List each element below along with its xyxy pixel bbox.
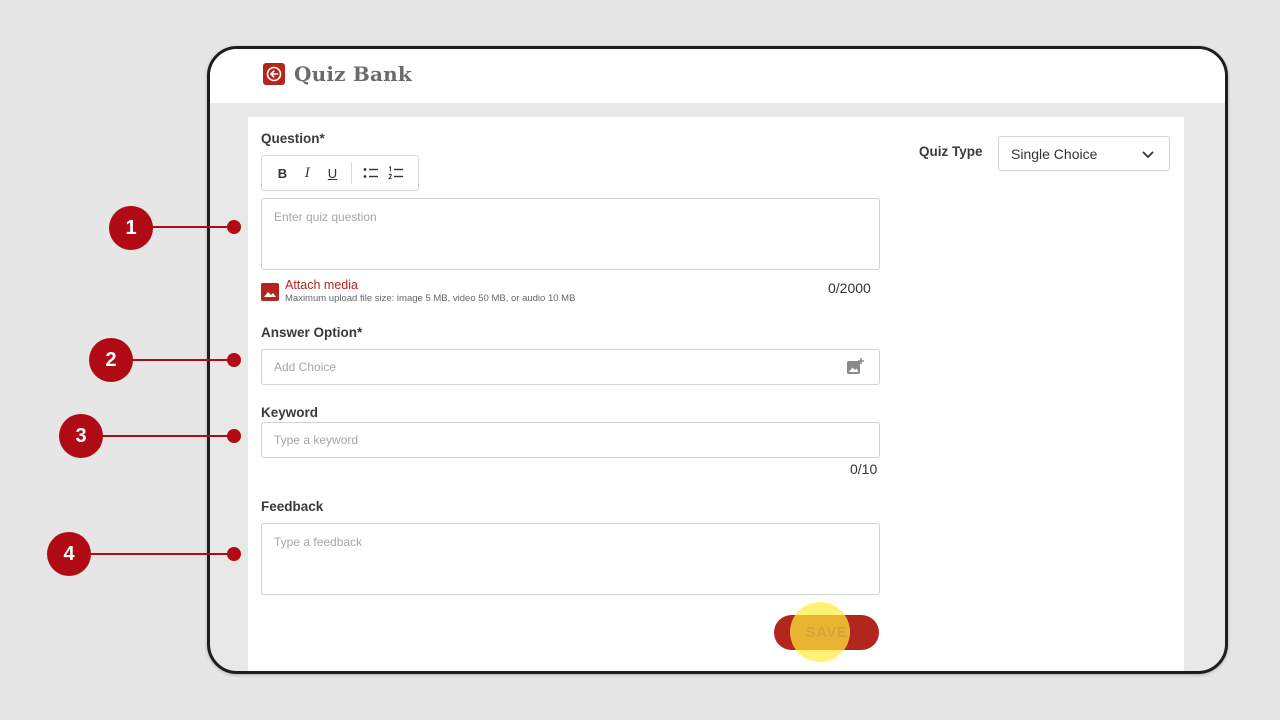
- question-char-counter: 0/2000: [828, 280, 871, 296]
- top-bar: Quiz Bank: [210, 49, 1225, 103]
- bulleted-list-icon: [363, 168, 378, 178]
- keyword-label: Keyword: [261, 405, 319, 420]
- underline-button[interactable]: U: [320, 160, 345, 186]
- page-title: Quiz Bank: [294, 62, 412, 86]
- answer-option-label: Answer Option*: [261, 325, 363, 340]
- italic-button[interactable]: I: [295, 160, 320, 186]
- attach-media-link[interactable]: Attach media: [285, 278, 575, 292]
- callout-number: 1: [109, 206, 153, 250]
- click-highlight: [790, 602, 850, 662]
- callout-number: 4: [47, 532, 91, 576]
- toolbar-divider: [351, 162, 352, 184]
- formatting-toolbar: B I U: [261, 155, 419, 191]
- quiz-type-select[interactable]: Single Choice: [998, 136, 1170, 171]
- callout-number: 3: [59, 414, 103, 458]
- quiz-form-panel: Question* B I U Enter quiz question Atta…: [248, 117, 1184, 671]
- keyword-char-counter: 0/10: [850, 461, 878, 477]
- add-image-icon[interactable]: [846, 357, 864, 375]
- question-label: Question*: [261, 131, 325, 146]
- numbered-list-icon: [387, 166, 403, 180]
- attach-media[interactable]: Attach media Maximum upload file size: i…: [261, 278, 575, 305]
- callout-number: 2: [89, 338, 133, 382]
- device-frame: Quiz Bank Question* B I U Enter quiz que…: [207, 46, 1228, 674]
- question-input[interactable]: [261, 198, 880, 270]
- numbered-list-button[interactable]: [383, 160, 408, 186]
- image-icon: [261, 283, 279, 301]
- quiz-type-label: Quiz Type: [919, 144, 983, 159]
- add-choice-input[interactable]: [261, 349, 880, 385]
- arrow-left-icon: [266, 66, 282, 82]
- keyword-input[interactable]: [261, 422, 880, 458]
- bulleted-list-button[interactable]: [358, 160, 383, 186]
- upload-size-note: Maximum upload file size: image 5 MB, vi…: [285, 293, 576, 304]
- quiz-type-value: Single Choice: [1011, 145, 1098, 162]
- feedback-input[interactable]: [261, 523, 880, 595]
- chevron-down-icon: [1142, 151, 1154, 158]
- bold-button[interactable]: B: [270, 160, 295, 186]
- back-button[interactable]: [263, 63, 285, 85]
- feedback-label: Feedback: [261, 499, 324, 514]
